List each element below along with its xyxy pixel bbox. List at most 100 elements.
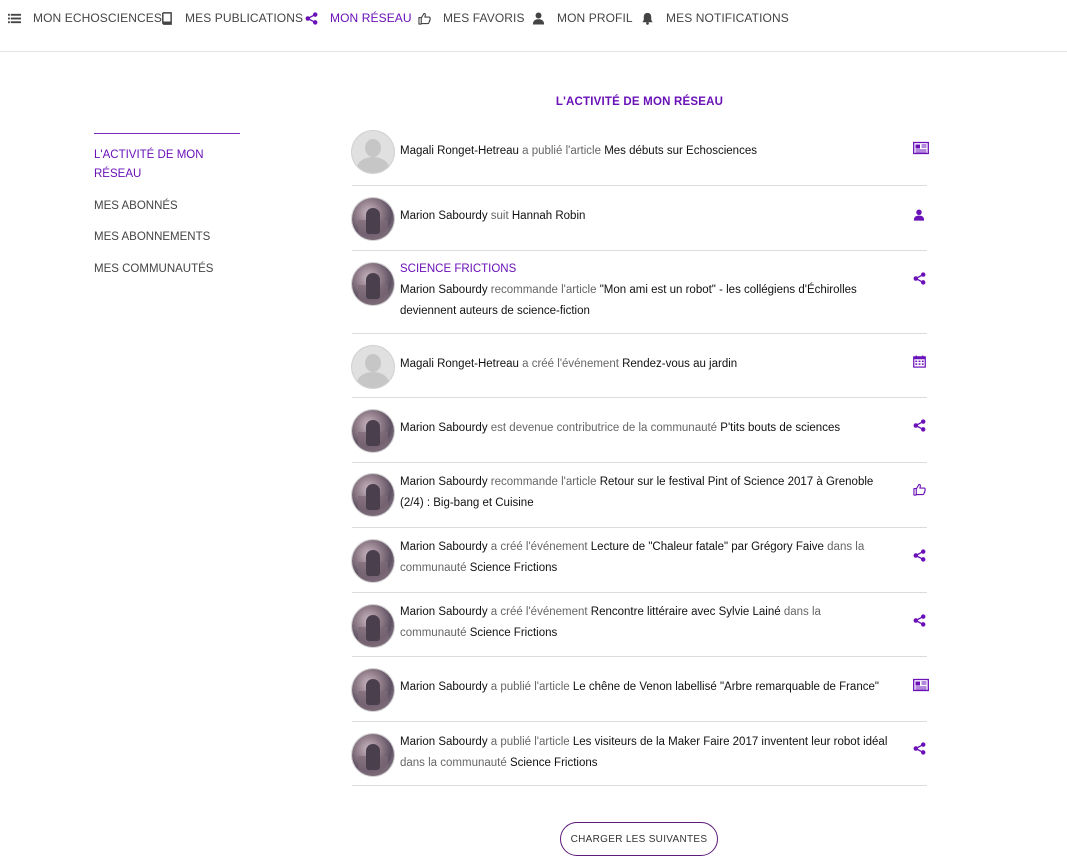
activity-verb: suit	[487, 210, 512, 222]
activity-row: Marion Sabourdy recommande l'article Ret…	[352, 463, 927, 528]
book-icon	[162, 11, 172, 25]
activity-verb: a créé l'événement	[487, 606, 591, 618]
page-title: L'ACTIVITÉ DE MON RÉSEAU	[555, 96, 724, 108]
activity-link[interactable]: Hannah Robin	[512, 210, 586, 222]
share-icon	[913, 419, 927, 433]
nav-label: MON RÉSEAU	[330, 11, 412, 25]
nav-label: MES NOTIFICATIONS	[666, 11, 789, 25]
activity-link[interactable]: Marion Sabourdy	[400, 284, 488, 296]
user-icon	[532, 12, 545, 25]
user-icon	[913, 208, 927, 222]
activity-text: Marion Sabourdy a créé l'événement Renco…	[400, 602, 890, 644]
activity-text: Marion Sabourdy recommande l'article Ret…	[400, 472, 890, 514]
activity-link[interactable]: Magali Ronget-Hetreau	[400, 145, 519, 157]
activity-text: Magali Ronget-Hetreau a publié l'article…	[400, 141, 890, 162]
activity-text: Marion Sabourdy a publié l'article Le ch…	[400, 677, 890, 698]
sidebar-item-abonnements[interactable]: MES ABONNEMENTS	[94, 228, 240, 247]
nav-label: MON PROFIL	[557, 11, 633, 25]
activity-verb: recommande l'article	[487, 284, 600, 296]
activity-row: Magali Ronget-Hetreau a publié l'article…	[352, 121, 929, 186]
share-icon	[913, 549, 927, 563]
activity-link[interactable]: Rencontre littéraire avec Sylvie Lainé	[591, 606, 781, 618]
sidebar-active-indicator	[94, 133, 240, 134]
activity-row: Marion Sabourdy a créé l'événement Renco…	[352, 593, 927, 657]
top-navigation: MON ECHOSCIENCES MES PUBLICATIONS MON RÉ…	[0, 0, 1067, 52]
activity-text: Marion Sabourdy est devenue contributric…	[400, 418, 890, 439]
activity-verb: a créé l'événement	[518, 358, 623, 370]
nav-label: MES FAVORIS	[443, 11, 525, 25]
activity-link[interactable]: Science Frictions	[510, 757, 598, 769]
share-icon	[913, 614, 927, 628]
activity-verb: est devenue contributrice de la communau…	[487, 422, 721, 434]
activity-verb: a publié l'article	[487, 681, 573, 693]
activity-link[interactable]: Science Frictions	[470, 562, 558, 574]
avatar[interactable]	[352, 131, 394, 173]
activity-text: Marion Sabourdy a publié l'article Les v…	[400, 732, 890, 774]
bell-icon	[642, 12, 653, 25]
activity-row: Marion Sabourdy suit Hannah Robin	[352, 186, 927, 251]
activity-link[interactable]: Lecture de "Chaleur fatale" par Grégory …	[591, 541, 824, 553]
activity-text: SCIENCE FRICTIONS Marion Sabourdy recomma…	[400, 259, 890, 322]
community-link[interactable]: SCIENCE FRICTIONS	[400, 259, 890, 280]
thumbs-up-icon	[418, 12, 431, 25]
avatar[interactable]	[352, 410, 394, 452]
avatar[interactable]	[352, 669, 394, 711]
activity-row: SCIENCE FRICTIONS Marion Sabourdy recomma…	[352, 251, 927, 334]
nav-mes-publications[interactable]: MES PUBLICATIONS	[160, 10, 303, 26]
sidebar-item-communautes[interactable]: MES COMMUNAUTÉS	[94, 260, 240, 279]
sidebar-item-abonnes[interactable]: MES ABONNÉS	[94, 197, 240, 216]
calendar-icon	[913, 355, 927, 369]
avatar[interactable]	[352, 263, 394, 305]
activity-row: Marion Sabourdy a publié l'article Les v…	[352, 722, 927, 786]
activity-verb: recommande l'article	[487, 476, 600, 488]
avatar[interactable]	[352, 540, 394, 582]
activity-link[interactable]: P'tits bouts de sciences	[720, 422, 840, 434]
nav-mon-reseau[interactable]: MON RÉSEAU	[305, 10, 412, 26]
activity-verb: dans la communauté	[400, 757, 510, 769]
activity-link[interactable]: Rendez-vous au jardin	[622, 358, 737, 370]
avatar[interactable]	[352, 474, 394, 516]
nav-mes-notifications[interactable]: MES NOTIFICATIONS	[641, 10, 789, 26]
activity-row: Magali Ronget-Hetreau a créé l'événement…	[352, 334, 927, 398]
nav-label: MON ECHOSCIENCES	[33, 11, 162, 25]
activity-row: Marion Sabourdy est devenue contributric…	[352, 398, 927, 463]
activity-verb: a publié l'article	[518, 145, 605, 157]
share-icon	[913, 742, 927, 756]
activity-link[interactable]: Marion Sabourdy	[400, 422, 488, 434]
nav-mon-echosciences[interactable]: MON ECHOSCIENCES	[8, 10, 162, 26]
nav-mes-favoris[interactable]: MES FAVORIS	[418, 10, 525, 26]
activity-feed: Magali Ronget-Hetreau a publié l'article…	[352, 121, 929, 786]
list-icon	[8, 13, 21, 23]
activity-link[interactable]: Le chêne de Venon labellisé "Arbre remar…	[573, 681, 879, 693]
share-icon	[913, 272, 927, 286]
activity-text: Marion Sabourdy suit Hannah Robin	[400, 206, 890, 227]
nav-mon-profil[interactable]: MON PROFIL	[532, 10, 633, 26]
nav-label: MES PUBLICATIONS	[185, 11, 304, 25]
activity-link[interactable]: Marion Sabourdy	[400, 606, 488, 618]
thumbs-up-icon	[913, 483, 927, 497]
activity-row: Marion Sabourdy a publié l'article Le ch…	[352, 657, 929, 722]
activity-link[interactable]: Marion Sabourdy	[400, 476, 488, 488]
activity-row: Marion Sabourdy a créé l'événement Lectu…	[352, 528, 927, 593]
activity-link[interactable]: Science Frictions	[470, 627, 558, 639]
activity-link[interactable]: Mes débuts sur Echosciences	[604, 145, 757, 157]
activity-link[interactable]: Les visiteurs de la Maker Faire 2017 inv…	[573, 736, 888, 748]
avatar[interactable]	[352, 346, 394, 388]
activity-link[interactable]: Magali Ronget-Hetreau	[400, 358, 519, 370]
avatar[interactable]	[352, 198, 394, 240]
activity-text: Magali Ronget-Hetreau a créé l'événement…	[400, 354, 890, 375]
activity-link[interactable]: Marion Sabourdy	[400, 541, 488, 553]
activity-link[interactable]: Marion Sabourdy	[400, 736, 488, 748]
activity-verb: a créé l'événement	[487, 541, 591, 553]
load-more-button[interactable]: CHARGER LES SUIVANTES	[560, 822, 718, 856]
share-icon	[305, 11, 318, 25]
newspaper-icon	[913, 141, 929, 155]
sidebar-item-activite[interactable]: L'ACTIVITÉ DE MON RÉSEAU	[94, 146, 214, 184]
avatar[interactable]	[352, 734, 394, 776]
activity-link[interactable]: Marion Sabourdy	[400, 681, 488, 693]
activity-verb: a publié l'article	[487, 736, 573, 748]
sidebar: L'ACTIVITÉ DE MON RÉSEAU MES ABONNÉS MES…	[94, 133, 240, 279]
newspaper-icon	[913, 678, 929, 692]
activity-link[interactable]: Marion Sabourdy	[400, 210, 488, 222]
avatar[interactable]	[352, 605, 394, 647]
